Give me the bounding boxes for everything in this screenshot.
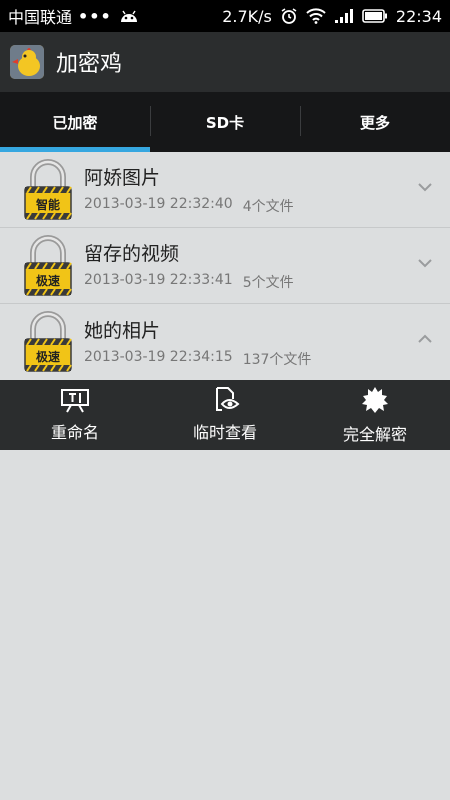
action-label: 完全解密	[342, 425, 407, 444]
decrypt-icon	[362, 387, 388, 413]
clock-time: 22:34	[395, 6, 442, 26]
battery-icon	[362, 9, 388, 23]
padlock-icon: 极速	[24, 234, 72, 296]
chevron-down-icon[interactable]	[418, 258, 432, 268]
lock-label: 智能	[35, 197, 60, 212]
item-title: 阿娇图片	[84, 167, 161, 189]
network-speed: 2.7K/s	[222, 6, 272, 26]
item-date: 2013-03-19 22:33:41	[84, 272, 233, 288]
tab-label: 更多	[359, 113, 390, 132]
android-icon	[118, 8, 140, 24]
carrier-label: 中国联通	[8, 8, 73, 27]
alarm-icon	[280, 7, 298, 25]
tab-label: 已加密	[52, 113, 98, 132]
lock-label: 极速	[36, 349, 60, 364]
app-title: 加密鸡	[56, 52, 123, 77]
action-label: 临时查看	[192, 423, 257, 442]
wifi-icon	[306, 8, 326, 24]
temp-view-icon	[216, 387, 240, 411]
item-file-count: 5个文件	[242, 275, 294, 291]
lock-label: 极速	[36, 273, 60, 288]
tab-sd-card[interactable]: SD卡	[150, 92, 300, 152]
signal-icon	[334, 8, 354, 24]
overflow-dots: •••	[78, 6, 112, 26]
chevron-up-icon[interactable]	[418, 334, 432, 344]
list-item[interactable]: 智能 阿娇图片 2013-03-19 22:32:40 4个文件	[0, 152, 450, 228]
item-file-count: 137个文件	[242, 351, 312, 368]
tab-bar: 已加密 SD卡 更多	[0, 92, 450, 152]
item-file-count: 4个文件	[242, 199, 294, 215]
rename-icon	[61, 389, 89, 413]
item-date: 2013-03-19 22:32:40	[84, 196, 233, 212]
encrypted-folder-list: 智能 阿娇图片 2013-03-19 22:32:40 4个文件 极速 留存的视…	[0, 152, 450, 380]
app-bar: 加密鸡	[0, 32, 450, 92]
padlock-icon: 智能	[24, 158, 72, 220]
rename-button[interactable]: 重命名	[0, 380, 150, 450]
tab-label: SD卡	[205, 113, 245, 132]
item-date: 2013-03-19 22:34:15	[84, 348, 233, 365]
list-item[interactable]: 极速 留存的视频 2013-03-19 22:33:41 5个文件	[0, 228, 450, 304]
tab-encrypted[interactable]: 已加密	[0, 92, 150, 152]
item-title: 她的相片	[84, 319, 161, 342]
decrypt-button[interactable]: 完全解密	[300, 380, 450, 450]
temp-view-button[interactable]: 临时查看	[150, 380, 300, 450]
action-label: 重命名	[50, 423, 99, 442]
status-bar: 中国联通 ••• 2.7K/s 22:34	[0, 0, 450, 32]
tab-more[interactable]: 更多	[300, 92, 450, 152]
item-title: 留存的视频	[84, 243, 180, 265]
chicken-logo-icon	[10, 45, 44, 79]
padlock-icon: 极速	[24, 311, 72, 372]
item-action-bar: 重命名 临时查看 完全解密	[0, 380, 450, 450]
chevron-down-icon[interactable]	[418, 182, 432, 192]
list-item[interactable]: 极速 她的相片 2013-03-19 22:34:15 137个文件	[0, 304, 450, 380]
